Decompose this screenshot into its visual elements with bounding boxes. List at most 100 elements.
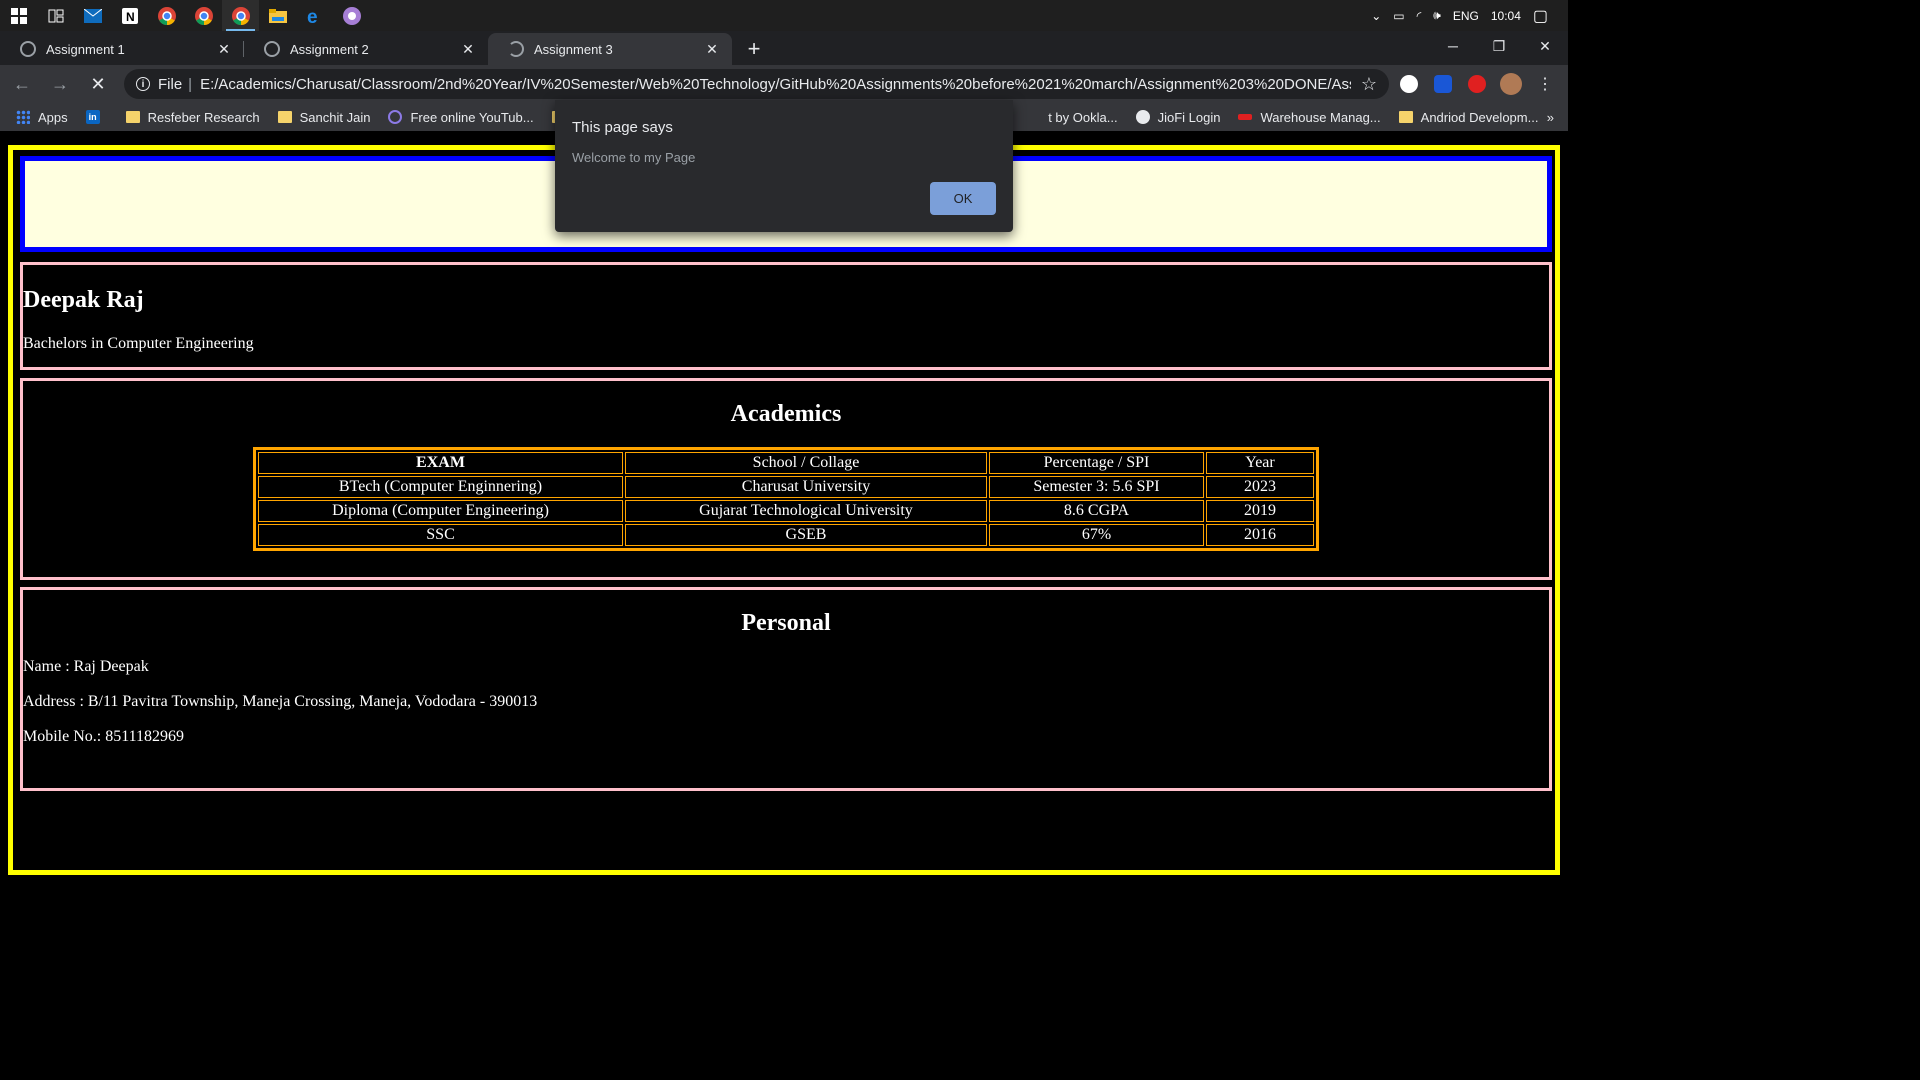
column-header: Year <box>1206 452 1314 474</box>
academics-heading: Academics <box>730 401 842 427</box>
table-cell: Gujarat Technological University <box>625 500 987 522</box>
tab-title: Assignment 1 <box>46 41 125 57</box>
wifi-icon[interactable]: ◜ <box>1417 9 1422 23</box>
table-cell: 67% <box>989 524 1204 546</box>
table-cell: 8.6 CGPA <box>989 500 1204 522</box>
mail-icon[interactable] <box>74 0 111 31</box>
clock[interactable]: 10:04 <box>1491 9 1521 23</box>
bookmark-linkedin[interactable]: in <box>85 110 108 124</box>
tab-strip: Assignment 1 ✕ Assignment 2 ✕ Assignment… <box>0 31 1568 65</box>
volume-icon[interactable]: 🕪 <box>1433 8 1441 23</box>
table-cell: BTech (Computer Enginnering) <box>258 476 623 498</box>
url-scheme: File <box>158 75 183 93</box>
close-tab-icon[interactable]: ✕ <box>216 41 232 58</box>
language-indicator[interactable]: ENG <box>1453 9 1479 23</box>
bookmark-label: JioFi Login <box>1157 109 1221 125</box>
notification-icon[interactable]: ▢ <box>1533 6 1548 26</box>
bookmark-warehouse[interactable]: Warehouse Manag... <box>1238 109 1381 125</box>
site-icon <box>388 110 403 124</box>
outer-container: Deepak Raj Bachelors in Computer Enginee… <box>8 145 1560 875</box>
restore-icon[interactable]: ❐ <box>1476 31 1522 61</box>
minimize-icon[interactable]: ─ <box>1430 31 1476 61</box>
dialog-message: Welcome to my Page <box>572 150 696 165</box>
table-row: Diploma (Computer Engineering) Gujarat T… <box>258 500 1314 522</box>
forward-arrow-icon[interactable]: → <box>44 68 76 100</box>
tab-title: Assignment 3 <box>534 41 613 57</box>
stop-loading-icon[interactable]: ✕ <box>82 68 114 100</box>
bookmark-label: Warehouse Manag... <box>1260 109 1381 125</box>
personal-heading: Personal <box>741 610 831 636</box>
bookmark-label: Apps <box>38 109 68 125</box>
bookmark-label: Free online YouTub... <box>410 109 534 125</box>
academics-section: Academics EXAM School / Collage Percenta… <box>20 378 1552 580</box>
svg-text:N: N <box>126 10 135 24</box>
chrome-icon[interactable] <box>185 0 222 31</box>
bookmark-apps[interactable]: Apps <box>16 110 68 125</box>
bookmark-resfeber[interactable]: Resfeber Research <box>125 110 260 125</box>
chrome-icon[interactable] <box>148 0 185 31</box>
linkedin-icon: in <box>85 110 100 124</box>
url-divider: | <box>188 75 193 93</box>
globe-icon <box>264 41 280 57</box>
personal-section: Personal Name : Raj Deepak Address : B/1… <box>20 587 1552 791</box>
address-bar[interactable]: i File | E:/Academics/Charusat/Classroom… <box>124 69 1389 99</box>
bookmark-jiofi[interactable]: JioFi Login <box>1135 109 1221 125</box>
bookmark-label: Andriod Developm... <box>1420 109 1539 125</box>
table-cell: 2023 <box>1206 476 1314 498</box>
alert-dialog: This page says Welcome to my Page OK <box>555 100 1013 232</box>
edge-icon[interactable]: e <box>296 0 333 31</box>
more-bookmarks-icon[interactable]: » <box>1547 110 1554 125</box>
window-controls: ─ ❐ ✕ <box>1430 31 1568 61</box>
tab-assignment-1[interactable]: Assignment 1 ✕ <box>0 33 244 65</box>
info-icon[interactable]: i <box>136 77 150 91</box>
close-tab-icon[interactable]: ✕ <box>704 41 720 58</box>
globe-icon <box>1135 110 1150 124</box>
chevron-up-icon[interactable]: ⌄ <box>1371 9 1381 23</box>
bookmark-sanchit[interactable]: Sanchit Jain <box>277 109 371 125</box>
profile-avatar[interactable] <box>1497 70 1525 98</box>
table-cell: Diploma (Computer Engineering) <box>258 500 623 522</box>
bookmark-ookla[interactable]: t by Ookla... <box>1048 110 1117 125</box>
new-tab-button[interactable]: + <box>738 33 770 65</box>
app-icon[interactable] <box>333 0 370 31</box>
academics-table: EXAM School / Collage Percentage / SPI Y… <box>253 447 1319 551</box>
ok-button[interactable]: OK <box>930 182 996 215</box>
file-explorer-icon[interactable] <box>259 0 296 31</box>
name-section: Deepak Raj Bachelors in Computer Enginee… <box>20 262 1552 370</box>
extension-speed-icon[interactable] <box>1395 70 1423 98</box>
table-cell: SSC <box>258 524 623 546</box>
windows-taskbar: N e ⌄ ▭ ◜ 🕪 ENG 10:04 ▢ <box>0 0 1568 31</box>
tab-assignment-3[interactable]: Assignment 3 ✕ <box>488 33 732 65</box>
apps-grid-icon <box>16 110 30 124</box>
bookmark-label: t by Ookla... <box>1048 109 1118 125</box>
mobile-line: Mobile No.: 8511182969 <box>23 728 185 745</box>
battery-icon[interactable]: ▭ <box>1393 9 1404 23</box>
chrome-icon[interactable] <box>222 0 259 31</box>
name-heading: Deepak Raj <box>23 287 144 313</box>
bookmark-android[interactable]: Andriod Developm... <box>1398 109 1539 125</box>
folder-icon <box>125 111 140 123</box>
bookmark-star-icon[interactable]: ☆ <box>1361 74 1377 95</box>
svg-text:e: e <box>307 7 318 25</box>
menu-dots-icon[interactable]: ⋮ <box>1531 70 1559 98</box>
bookmark-youtube[interactable]: Free online YouTub... <box>388 109 534 125</box>
folder-icon <box>1398 111 1413 123</box>
close-window-icon[interactable]: ✕ <box>1522 31 1568 61</box>
tab-title: Assignment 2 <box>290 41 369 57</box>
task-view-icon[interactable] <box>37 0 74 31</box>
tab-assignment-2[interactable]: Assignment 2 ✕ <box>244 33 488 65</box>
back-arrow-icon[interactable]: ← <box>6 68 38 100</box>
bookmark-label: Sanchit Jain <box>299 109 371 125</box>
globe-icon <box>20 41 36 57</box>
table-cell: GSEB <box>625 524 987 546</box>
web-page: Deepak Raj Bachelors in Computer Enginee… <box>0 131 1568 882</box>
dialog-title: This page says <box>572 119 673 136</box>
notion-icon[interactable]: N <box>111 0 148 31</box>
url-text[interactable]: E:/Academics/Charusat/Classroom/2nd%20Ye… <box>200 76 1351 93</box>
close-tab-icon[interactable]: ✕ <box>460 41 476 58</box>
windows-start-icon[interactable] <box>0 0 37 31</box>
system-tray: ⌄ ▭ ◜ 🕪 ENG 10:04 ▢ <box>1371 0 1568 31</box>
extension-adblock-icon[interactable] <box>1463 70 1491 98</box>
extension-euro-icon[interactable] <box>1429 70 1457 98</box>
table-row: BTech (Computer Enginnering) Charusat Un… <box>258 476 1314 498</box>
